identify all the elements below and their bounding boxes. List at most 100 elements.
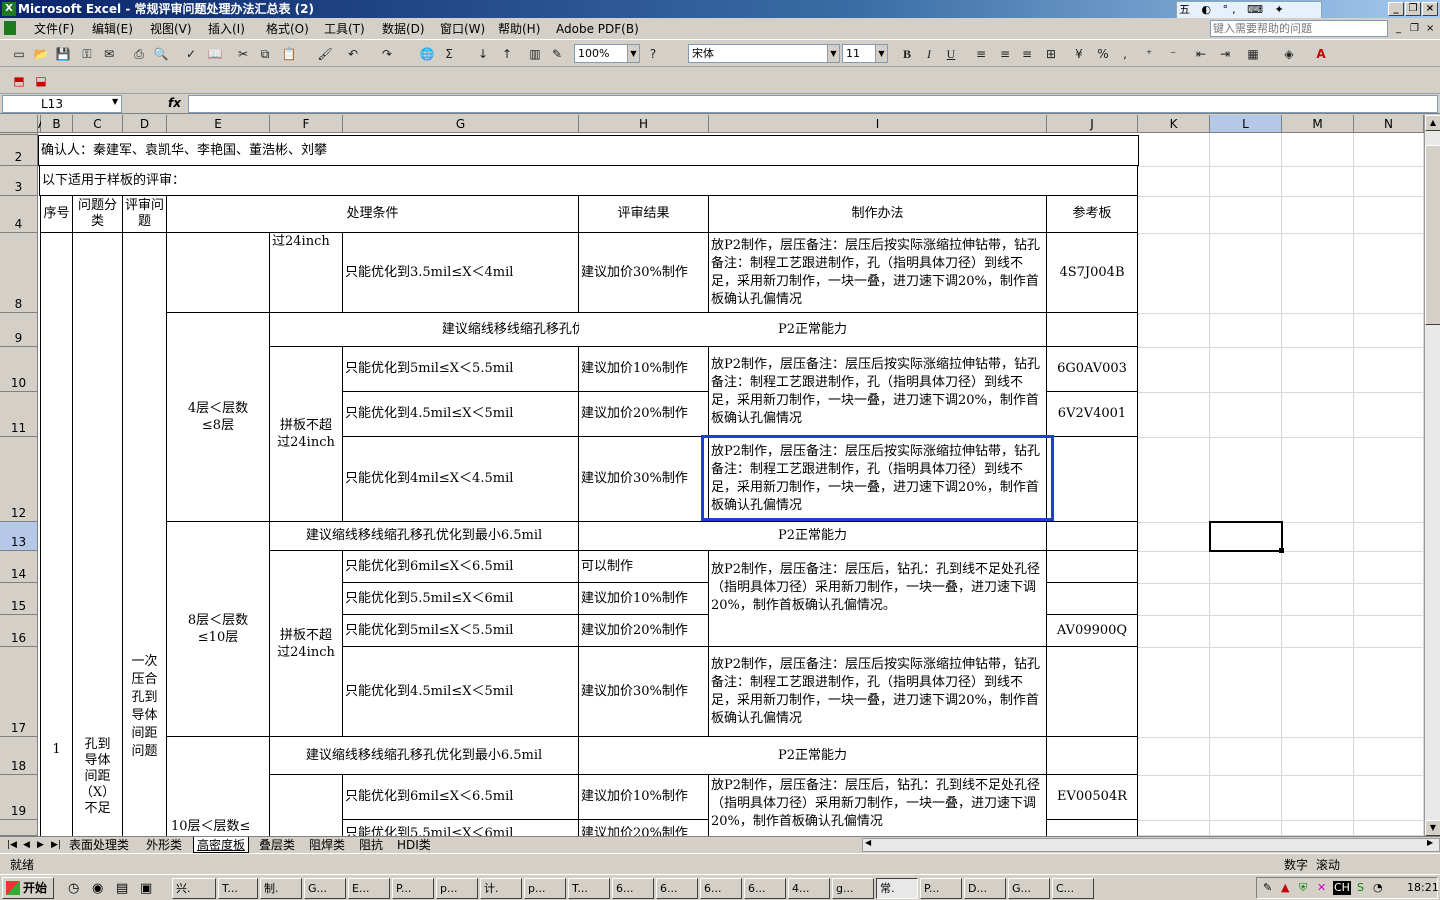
fill-color-icon[interactable]: ◈ [1280, 45, 1298, 63]
tab-soldermask[interactable]: 阻焊类 [306, 837, 348, 853]
menu-edit[interactable]: 编辑(E) [92, 21, 133, 37]
help-search-input[interactable]: 键入需要帮助的问题 [1210, 20, 1388, 37]
layer-range-cell[interactable] [167, 233, 270, 313]
row-header[interactable]: 10 [0, 347, 38, 392]
menu-data[interactable]: 数据(D) [382, 21, 425, 37]
row-header[interactable]: 14 [0, 551, 38, 583]
row-header[interactable]: 19 [0, 775, 38, 820]
layer-range-cell[interactable]: 10层＜层数≤ [167, 737, 270, 836]
empty-column-m[interactable] [1282, 133, 1354, 836]
cut-icon[interactable]: ✂ [234, 45, 252, 63]
column-header-f[interactable]: F [270, 115, 343, 133]
tab-impedance[interactable]: 阻抗 [356, 837, 386, 853]
row-header[interactable]: 3 [0, 166, 38, 196]
condition-cell[interactable]: 只能优化到4.5mil≤X＜5mil [343, 392, 579, 437]
column-header-k[interactable]: K [1138, 115, 1210, 133]
align-center-icon[interactable]: ≡ [996, 45, 1014, 63]
tray-icon[interactable]: ▲ [1281, 878, 1289, 898]
optimize-cell[interactable]: 建议缩线移线缩孔移孔优化到最小6.5mil [270, 737, 579, 775]
menu-tools[interactable]: 工具(T) [324, 21, 365, 37]
row-header[interactable]: 12 [0, 437, 38, 522]
row-header[interactable]: 8 [0, 233, 38, 313]
header-reference[interactable]: 参考板 [1047, 196, 1138, 233]
row-header[interactable]: 13 [0, 522, 38, 551]
scroll-down-icon[interactable]: ▼ [1425, 820, 1440, 836]
tab-hdi[interactable]: HDI类 [394, 837, 434, 853]
reference-cell[interactable] [1047, 820, 1138, 836]
menu-format[interactable]: 格式(O) [266, 21, 309, 37]
font-size-select[interactable]: 11 ▼ [842, 44, 888, 63]
align-right-icon[interactable]: ≡ [1018, 45, 1036, 63]
quicklaunch-icon[interactable]: ▣ [140, 881, 152, 896]
column-header-b[interactable]: B [41, 115, 73, 133]
tray-icon[interactable]: ◔ [1373, 878, 1383, 898]
normal-capability-cell[interactable]: P2正常能力 [579, 522, 1047, 551]
first-sheet-icon[interactable]: |◀ [4, 837, 20, 853]
currency-icon[interactable]: ¥ [1070, 45, 1088, 63]
taskbar-item[interactable]: p... [436, 878, 478, 899]
underline-button[interactable]: U [942, 45, 960, 63]
spelling-icon[interactable]: ✓ [182, 45, 200, 63]
prev-sheet-icon[interactable]: ◀ [20, 837, 33, 853]
menu-insert[interactable]: 插入(I) [208, 21, 245, 37]
print-icon[interactable]: ⎙ [130, 45, 148, 63]
doc-close-icon[interactable]: × [1426, 21, 1434, 37]
row-header[interactable]: 11 [0, 392, 38, 437]
column-header-j[interactable]: J [1047, 115, 1138, 133]
scroll-up-icon[interactable]: ▲ [1425, 115, 1440, 131]
save-icon[interactable]: 💾 [54, 45, 72, 63]
condition-cell[interactable]: 只能优化到5.5mil≤X＜6mil [343, 820, 579, 836]
result-cell[interactable]: 建议加价30%制作 [579, 437, 709, 522]
panel-size-cell[interactable] [270, 775, 343, 836]
menu-help[interactable]: 帮助(H) [498, 21, 540, 37]
result-cell[interactable]: 建议加价20%制作 [579, 392, 709, 437]
sort-asc-icon[interactable]: ↓ [474, 45, 492, 63]
method-cell[interactable]: 放P2制作，层压备注：层压后，钻孔：孔到线不足处孔径（指明具体刀径）采用新刀制作… [709, 775, 1047, 836]
category-cell[interactable]: 孔到导体间距（X）不足 [73, 233, 123, 836]
taskbar-item[interactable]: P... [392, 878, 434, 899]
scope-note-cell[interactable]: 以下适用于样板的评审： [39, 166, 1138, 196]
taskbar-item[interactable]: 6... [612, 878, 654, 899]
column-header-e[interactable]: E [167, 115, 270, 133]
pdf-email-icon[interactable]: ⬓ [32, 72, 50, 90]
result-cell[interactable]: 建议加价20%制作 [579, 820, 709, 836]
condition-cell[interactable]: 只能优化到4mil≤X＜4.5mil [343, 437, 579, 522]
normal-capability-cell[interactable]: P2正常能力 [579, 737, 1047, 775]
taskbar-item[interactable]: D... [964, 878, 1006, 899]
taskbar-item[interactable]: G... [1008, 878, 1050, 899]
result-cell[interactable]: 建议加价20%制作 [579, 615, 709, 647]
header-method[interactable]: 制作办法 [709, 196, 1047, 233]
reference-cell[interactable]: AV09900Q [1047, 615, 1138, 647]
print-preview-icon[interactable]: 🔍 [152, 45, 170, 63]
document-icon[interactable] [4, 21, 16, 35]
empty-column-n[interactable] [1354, 133, 1424, 836]
pdf-convert-icon[interactable]: ⬒ [10, 72, 28, 90]
vertical-scrollbar[interactable]: ▲ ▼ [1424, 115, 1440, 836]
row-header[interactable]: 18 [0, 737, 38, 775]
autosum-icon[interactable]: Σ [440, 45, 458, 63]
row-header[interactable] [0, 820, 38, 836]
taskbar-item[interactable]: 6... [656, 878, 698, 899]
font-color-icon[interactable]: A [1312, 45, 1330, 63]
result-cell[interactable]: 可以制作 [579, 551, 709, 583]
copy-icon[interactable]: ⧉ [256, 45, 274, 63]
chevron-down-icon[interactable]: ▼ [112, 97, 118, 106]
reference-cell[interactable] [1047, 583, 1138, 615]
name-box[interactable]: L13 [2, 95, 122, 113]
horizontal-scrollbar[interactable]: ◀ ▶ [862, 838, 1440, 852]
menu-view[interactable]: 视图(V) [150, 21, 192, 37]
result-cell[interactable]: 建议加价10%制作 [579, 583, 709, 615]
result-cell[interactable]: 建议加价10%制作 [579, 347, 709, 392]
doc-restore-icon[interactable]: ❐ [1410, 21, 1419, 37]
format-painter-icon[interactable]: 🖌 [316, 45, 334, 63]
reference-cell[interactable] [1047, 437, 1138, 522]
formula-input[interactable] [188, 95, 1438, 113]
menu-window[interactable]: 窗口(W) [440, 21, 485, 37]
taskbar-item[interactable]: 4... [788, 878, 830, 899]
menu-adobe-pdf[interactable]: Adobe PDF(B) [556, 21, 639, 37]
start-button[interactable]: 开始 [2, 877, 54, 899]
issue-cell[interactable]: 一次压合孔到导体间距问题 [123, 233, 167, 836]
header-seq[interactable]: 序号 [41, 196, 73, 233]
fill-handle[interactable] [1279, 548, 1284, 553]
excel-icon[interactable]: X [2, 2, 16, 16]
